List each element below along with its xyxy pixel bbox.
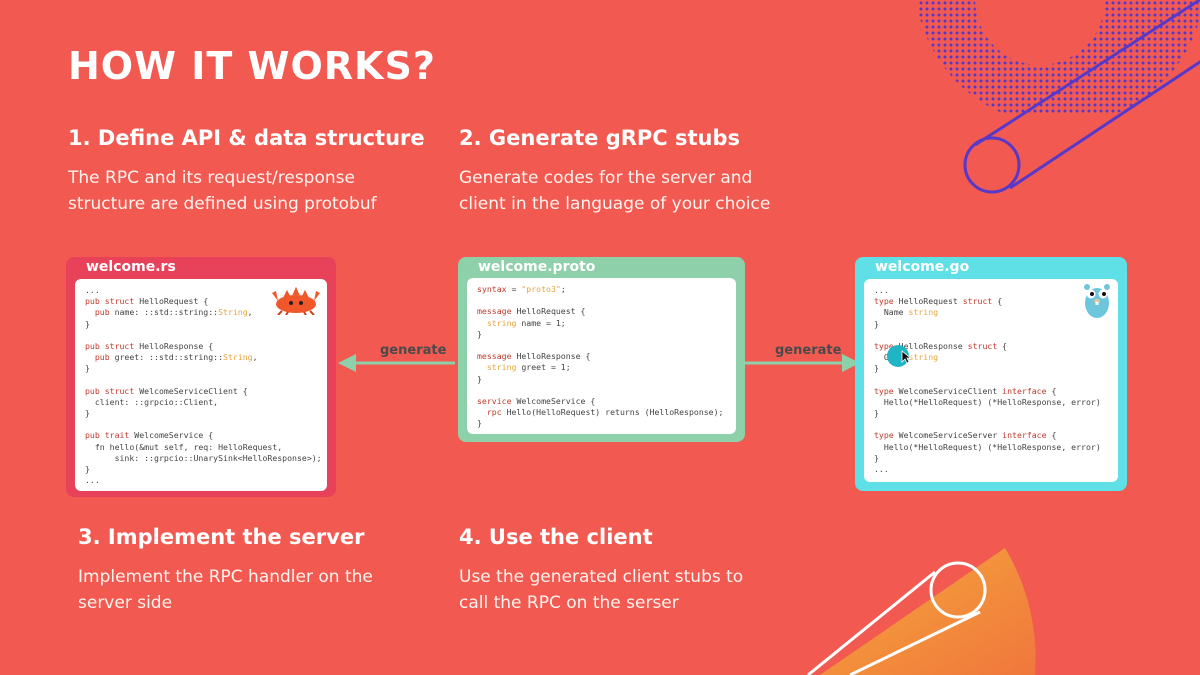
proto-filename: welcome.proto xyxy=(478,259,596,275)
code-line: Name string xyxy=(874,307,939,318)
code-line: } xyxy=(874,408,879,419)
generate-label-right: generate xyxy=(775,343,842,358)
step-2-heading: 2. Generate gRPC stubs xyxy=(459,126,741,150)
code-line: string greet = 1; xyxy=(486,362,571,373)
code-line: pub struct HelloResponse { xyxy=(85,340,214,351)
step-4-text: Use the generated client stubs to call t… xyxy=(459,567,744,613)
code-line: } xyxy=(477,328,482,339)
code-line: Hello(*HelloRequest) (*HelloResponse, er… xyxy=(874,396,1101,407)
code-line: pub trait WelcomeService { xyxy=(85,430,214,441)
code-line: type WelcomeServiceClient interface { xyxy=(874,385,1057,396)
page-title: HOW IT WORKS? xyxy=(68,44,436,88)
code-line: string name = 1; xyxy=(486,317,566,328)
code-line: sink: ::grpcio::UnarySink<HelloResponse>… xyxy=(85,452,322,463)
code-line: ... xyxy=(874,285,889,295)
code-line: service WelcomeService { xyxy=(477,395,596,406)
step-3-heading: 3. Implement the server xyxy=(78,525,365,549)
step-3-text: Implement the RPC handler on the server … xyxy=(78,567,373,613)
proto-code-block: syntax = "proto3"; message HelloRequest {… xyxy=(467,278,736,434)
white-tube-shape xyxy=(807,561,987,675)
orange-arc-shape xyxy=(820,548,1036,675)
step-1-text: The RPC and its request/response structu… xyxy=(68,168,377,214)
code-line: Hello(*HelloRequest) (*HelloResponse, er… xyxy=(874,441,1101,452)
mouse-pointer-icon xyxy=(901,350,911,364)
top-right-disc xyxy=(975,0,1105,65)
code-line: ... xyxy=(874,464,889,474)
code-line: type HelloRequest struct { xyxy=(874,296,1003,307)
dotted-circle-shape xyxy=(916,0,1200,115)
code-line: rpc Hello(HelloRequest) returns (HelloRe… xyxy=(486,407,724,418)
step-1-heading: 1. Define API & data structure xyxy=(68,126,425,150)
code-line: message HelloRequest { xyxy=(477,306,586,317)
code-line: } xyxy=(85,408,90,419)
code-line: pub greet: ::std::string::String, xyxy=(94,352,258,363)
code-line: } xyxy=(477,373,482,384)
code-line: } xyxy=(85,318,90,329)
code-line: } xyxy=(874,318,879,329)
code-line: } xyxy=(874,452,879,463)
code-line: type WelcomeServiceServer interface { xyxy=(874,430,1057,441)
go-code-card: welcome.go ... type HelloRequest struct {… xyxy=(855,257,1127,491)
rust-code-card: welcome.rs ... pub struct HelloRequest { … xyxy=(66,257,336,497)
generate-label-left: generate xyxy=(380,343,447,358)
code-line: message HelloResponse { xyxy=(477,351,591,362)
code-line: } xyxy=(85,363,90,374)
code-line: } xyxy=(85,464,90,474)
code-line: client: ::grpcio::Client, xyxy=(85,396,219,407)
code-line: } xyxy=(874,363,879,374)
code-line: fn hello(&mut self, req: HelloRequest, xyxy=(85,441,283,452)
ferris-crab-icon xyxy=(272,286,320,315)
code-line: syntax = "proto3"; xyxy=(477,284,566,294)
purple-tube-shape xyxy=(963,0,1200,194)
step-2-text: Generate codes for the server and client… xyxy=(459,168,771,214)
proto-code-card: welcome.proto syntax = "proto3"; message … xyxy=(458,257,745,442)
code-line: ... xyxy=(85,475,100,486)
code-line: } xyxy=(477,418,482,429)
rust-filename: welcome.rs xyxy=(86,259,176,275)
step-4-heading: 4. Use the client xyxy=(459,525,653,549)
gopher-icon xyxy=(1084,284,1110,318)
go-filename: welcome.go xyxy=(875,259,970,275)
go-code-block: ... type HelloRequest struct { Name strin… xyxy=(864,279,1118,482)
code-line: pub struct WelcomeServiceClient { xyxy=(85,385,248,396)
